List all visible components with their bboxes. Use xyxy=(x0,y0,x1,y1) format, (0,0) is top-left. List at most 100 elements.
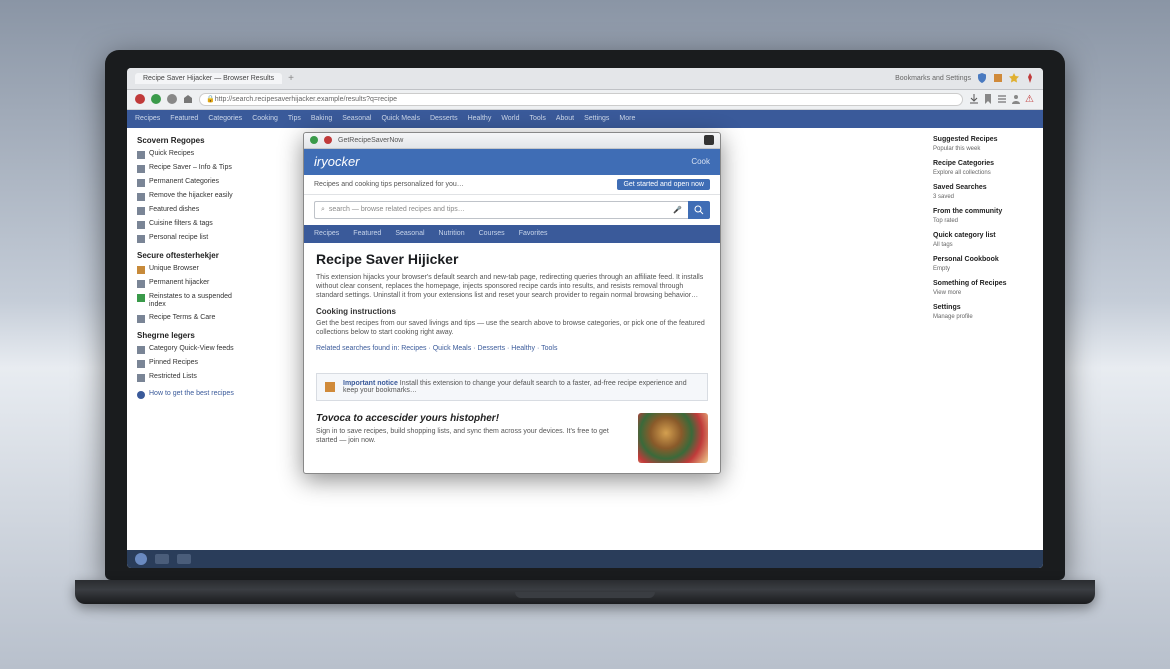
info-icon xyxy=(137,391,145,399)
right-item[interactable]: SettingsManage profile xyxy=(933,304,1033,320)
nav-item[interactable]: Tools xyxy=(529,115,545,122)
download-icon[interactable] xyxy=(969,94,979,104)
taskbar-button[interactable] xyxy=(155,554,169,564)
nav-item[interactable]: Featured xyxy=(170,115,198,122)
bullet-icon xyxy=(137,151,145,159)
popup-titlebar[interactable]: GetRecipeSaverNow xyxy=(304,133,720,149)
laptop-frame: Recipe Saver Hijacker — Browser Results … xyxy=(105,50,1065,620)
nav-item[interactable]: Recipes xyxy=(135,115,160,122)
start-icon[interactable] xyxy=(135,553,147,565)
nav-item[interactable]: Settings xyxy=(584,115,609,122)
laptop-notch xyxy=(515,592,655,598)
nav-item[interactable]: Seasonal xyxy=(342,115,371,122)
popup-subtitle-row: Recipes and cooking tips personalized fo… xyxy=(304,175,720,195)
bookmark-icon[interactable] xyxy=(983,94,993,104)
bullet-icon xyxy=(137,280,145,288)
nav-item[interactable]: Desserts xyxy=(430,115,458,122)
right-item[interactable]: Quick category listAll tags xyxy=(933,232,1033,248)
check-icon xyxy=(137,294,145,302)
bullet-icon xyxy=(137,193,145,201)
sidebar-item[interactable]: Category Quick-View feeds xyxy=(137,345,247,354)
sidebar-item[interactable]: Recipe Saver – Info & Tips xyxy=(137,164,247,173)
sidebar-item[interactable]: Pinned Recipes xyxy=(137,359,247,368)
popup-tab[interactable]: Favorites xyxy=(519,230,548,237)
sidebar-heading: Shegrne legers xyxy=(137,331,247,340)
related-links[interactable]: Related searches found in: Recipes · Qui… xyxy=(316,344,708,353)
right-item[interactable]: Personal CookbookEmpty xyxy=(933,256,1033,272)
right-item[interactable]: Saved Searches3 saved xyxy=(933,184,1033,200)
right-item[interactable]: Something of RecipesView more xyxy=(933,280,1033,296)
bullet-icon xyxy=(137,207,145,215)
puzzle-icon[interactable] xyxy=(993,73,1003,83)
nav-item[interactable]: Baking xyxy=(311,115,332,122)
shield-icon[interactable] xyxy=(977,73,987,83)
sidebar-item[interactable]: Cuisine filters & tags xyxy=(137,220,247,229)
popup-header: iryocker Cook xyxy=(304,149,720,175)
taskbar-button[interactable] xyxy=(177,554,191,564)
sidebar-item[interactable]: Remove the hijacker easily xyxy=(137,192,247,201)
popup-cta-button[interactable]: Get started and open now xyxy=(617,179,710,190)
right-item[interactable]: Suggested RecipesPopular this week xyxy=(933,136,1033,152)
cook-link[interactable]: Cook xyxy=(691,157,710,166)
warning-icon[interactable]: ⚠ xyxy=(1025,94,1035,104)
forward-icon[interactable] xyxy=(151,94,161,104)
sidebar-footer-link[interactable]: How to get the best recipes xyxy=(137,390,247,399)
section-title: Tovoca to accescider yours histopher! xyxy=(316,413,628,424)
profile-icon[interactable] xyxy=(1011,94,1021,104)
nav-item[interactable]: Cooking xyxy=(252,115,278,122)
bullet-icon xyxy=(137,179,145,187)
popup-callout: Important notice Install this extension … xyxy=(316,373,708,401)
popup-search-button[interactable] xyxy=(688,201,710,219)
browser-right-label: Bookmarks and Settings xyxy=(895,75,971,82)
new-tab-icon[interactable]: + xyxy=(288,73,294,84)
bullet-icon xyxy=(137,235,145,243)
reload-icon[interactable] xyxy=(167,94,177,104)
popup-tab[interactable]: Courses xyxy=(479,230,505,237)
recipe-thumbnail[interactable] xyxy=(638,413,708,463)
nav-item[interactable]: More xyxy=(619,115,635,122)
nav-item[interactable]: About xyxy=(556,115,574,122)
close-icon[interactable] xyxy=(704,135,714,145)
nav-item[interactable]: Healthy xyxy=(468,115,492,122)
popup-subtitle: Recipes and cooking tips personalized fo… xyxy=(314,181,464,188)
popup-search-input[interactable]: ⌕ search — browse related recipes and ti… xyxy=(314,201,688,219)
alert-icon xyxy=(325,382,335,392)
sidebar-item[interactable]: Unique Browser xyxy=(137,265,247,274)
sidebar-item[interactable]: Reinstates to a suspended index xyxy=(137,293,247,310)
back-icon[interactable] xyxy=(135,94,145,104)
address-bar[interactable]: 🔒 http://search.recipesaverhijacker.exam… xyxy=(199,93,963,106)
right-item[interactable]: Recipe CategoriesExplore all collections xyxy=(933,160,1033,176)
browser-tabstrip: Recipe Saver Hijacker — Browser Results … xyxy=(127,68,1043,90)
menu-icon[interactable] xyxy=(997,94,1007,104)
popup-tab[interactable]: Nutrition xyxy=(439,230,465,237)
popup-tab[interactable]: Seasonal xyxy=(395,230,424,237)
popup-tab[interactable]: Featured xyxy=(353,230,381,237)
left-sidebar: Scovern Regopes Quick Recipes Recipe Sav… xyxy=(127,128,257,568)
sidebar-item[interactable]: Permanent Categories xyxy=(137,178,247,187)
nav-item[interactable]: World xyxy=(501,115,519,122)
nav-item[interactable]: Quick Meals xyxy=(381,115,420,122)
sidebar-item[interactable]: Personal recipe list xyxy=(137,234,247,243)
mic-icon[interactable]: 🎤 xyxy=(673,206,682,214)
sidebar-heading: Scovern Regopes xyxy=(137,136,247,145)
sidebar-item[interactable]: Permanent hijacker xyxy=(137,279,247,288)
star-icon[interactable] xyxy=(1009,73,1019,83)
stop-icon[interactable] xyxy=(324,136,332,144)
nav-item[interactable]: Categories xyxy=(208,115,242,122)
pin-icon[interactable] xyxy=(1025,73,1035,83)
popup-tab[interactable]: Recipes xyxy=(314,230,339,237)
article-subbody: Get the best recipes from our saved livi… xyxy=(316,319,708,338)
right-sidebar: Suggested RecipesPopular this week Recip… xyxy=(923,128,1043,568)
sidebar-item[interactable]: Featured dishes xyxy=(137,206,247,215)
sidebar-item[interactable]: Recipe Terms & Care xyxy=(137,314,247,323)
popup-window: GetRecipeSaverNow iryocker Cook Recipes … xyxy=(303,132,721,475)
article-title: Recipe Saver Hijicker xyxy=(316,251,708,267)
lock-icon: 🔒 xyxy=(206,95,215,103)
sidebar-item[interactable]: Quick Recipes xyxy=(137,150,247,159)
right-item[interactable]: From the communityTop rated xyxy=(933,208,1033,224)
nav-item[interactable]: Tips xyxy=(288,115,301,122)
browser-tab[interactable]: Recipe Saver Hijacker — Browser Results xyxy=(135,73,282,84)
home-icon[interactable] xyxy=(183,94,193,104)
sidebar-item[interactable]: Restricted Lists xyxy=(137,373,247,382)
popup-search-row: ⌕ search — browse related recipes and ti… xyxy=(304,195,720,225)
